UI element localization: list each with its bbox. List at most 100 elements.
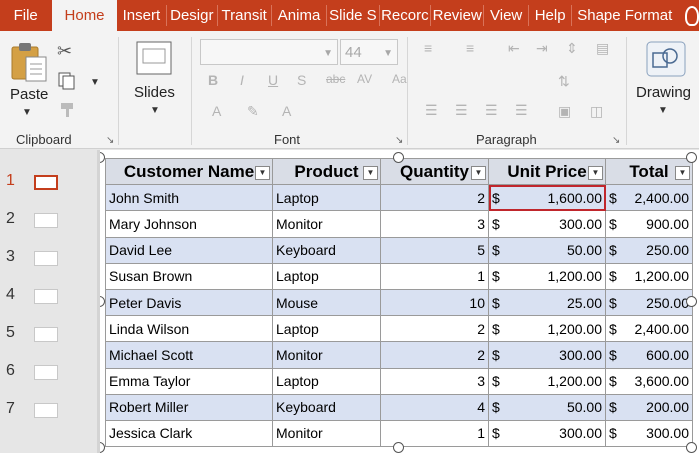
table-cell[interactable]: $2,400.00 <box>605 315 693 343</box>
resize-handle[interactable] <box>686 442 697 453</box>
filter-dropdown-icon[interactable]: ▼ <box>363 166 378 180</box>
tab-shape-format[interactable]: Shape Format <box>572 0 677 31</box>
slide-thumbnail[interactable] <box>34 251 58 266</box>
filter-dropdown-icon[interactable]: ▼ <box>588 166 603 180</box>
decrease-indent-icon[interactable]: ⇤ <box>508 40 520 57</box>
bullets-icon[interactable]: ≡ <box>424 40 432 56</box>
format-painter-icon[interactable] <box>59 101 77 119</box>
filter-dropdown-icon[interactable]: ▼ <box>471 166 486 180</box>
table-cell[interactable]: $50.00 <box>488 393 606 421</box>
columns-icon[interactable]: ▤ <box>596 40 609 57</box>
table-cell[interactable]: $300.00 <box>488 341 606 369</box>
slide-thumbnail[interactable] <box>34 213 58 228</box>
resize-handle[interactable] <box>393 442 404 453</box>
tab-home[interactable]: Home <box>51 0 117 31</box>
resize-handle[interactable] <box>686 296 697 307</box>
table-cell[interactable]: 3 <box>380 367 489 395</box>
tab-file[interactable]: File <box>0 0 51 31</box>
table-cell[interactable]: $1,200.00 <box>488 315 606 343</box>
tab-insert[interactable]: Insert <box>117 0 166 31</box>
tab-record[interactable]: Recorc <box>380 0 430 31</box>
tab-animations[interactable]: Anima <box>272 0 326 31</box>
cut-icon[interactable]: ✂ <box>57 41 72 62</box>
table-cell[interactable]: $25.00 <box>488 288 606 317</box>
tab-help[interactable]: Help <box>529 0 572 31</box>
align-right-icon[interactable]: ☰ <box>485 102 498 119</box>
table-cell[interactable]: $1,200.00 <box>488 262 606 290</box>
table-cell[interactable]: 1 <box>380 262 489 290</box>
table-cell[interactable]: Peter Davis <box>105 288 273 317</box>
character-spacing-icon[interactable]: AV <box>357 72 372 86</box>
table-cell[interactable]: $1,200.00 <box>488 367 606 395</box>
drawing-button[interactable]: Drawing ▼ <box>634 41 698 121</box>
table-cell[interactable]: $50.00 <box>488 236 606 264</box>
table-cell[interactable]: 3 <box>380 210 489 238</box>
numbering-icon[interactable]: ≡ <box>466 40 474 56</box>
table-cell[interactable]: Susan Brown <box>105 262 273 290</box>
table-cell[interactable]: 4 <box>380 393 489 421</box>
table-cell[interactable]: $300.00 <box>605 419 693 448</box>
table-cell[interactable]: Emma Taylor <box>105 367 273 395</box>
table-cell[interactable]: Mouse <box>272 288 381 317</box>
table-cell[interactable]: Monitor <box>272 341 381 369</box>
slide-canvas[interactable]: Customer Name ▼ Product ▼ Quantity ▼ Unit Pric… <box>100 150 699 453</box>
table-cell[interactable]: 2 <box>380 315 489 343</box>
font-name-box[interactable]: ▼ <box>200 39 338 65</box>
tab-slide-show[interactable]: Slide S <box>327 0 378 31</box>
table-cell[interactable]: Jessica Clark <box>105 419 273 448</box>
slide-thumbnail[interactable] <box>34 365 58 380</box>
table-cell[interactable]: Monitor <box>272 210 381 238</box>
highlight-icon[interactable]: ✎ <box>247 103 259 120</box>
table-cell[interactable]: Laptop <box>272 262 381 290</box>
align-center-icon[interactable]: ☰ <box>455 102 468 119</box>
filter-dropdown-icon[interactable]: ▼ <box>255 166 270 180</box>
change-case-icon[interactable]: Aa <box>392 72 407 86</box>
slide-thumbnail[interactable] <box>34 403 58 418</box>
table-cell[interactable]: $300.00 <box>488 210 606 238</box>
table-cell[interactable]: $250.00 <box>605 236 693 264</box>
shadow-icon[interactable]: S <box>297 72 306 88</box>
slide-thumbnail[interactable] <box>34 289 58 304</box>
clipboard-launcher-icon[interactable]: ↘ <box>106 135 114 146</box>
slide-thumbnail[interactable] <box>34 327 58 342</box>
tab-view[interactable]: View <box>484 0 528 31</box>
table-cell[interactable]: $200.00 <box>605 393 693 421</box>
table-cell[interactable]: Mary Johnson <box>105 210 273 238</box>
table-cell[interactable]: $300.00 <box>488 419 606 448</box>
convert-smartart-icon[interactable]: ◫ <box>590 103 603 120</box>
table-cell[interactable]: Laptop <box>272 184 381 212</box>
table-cell[interactable]: $600.00 <box>605 341 693 369</box>
text-effects-icon[interactable]: A <box>282 103 291 119</box>
table-cell[interactable]: David Lee <box>105 236 273 264</box>
resize-handle[interactable] <box>393 152 404 163</box>
table-cell[interactable]: $1,600.00 <box>488 184 606 212</box>
font-color-icon[interactable]: A <box>212 103 221 119</box>
bold-icon[interactable]: B <box>208 72 218 88</box>
table-cell[interactable]: $3,600.00 <box>605 367 693 395</box>
underline-icon[interactable]: U <box>268 72 278 88</box>
strikethrough-icon[interactable]: abc <box>326 72 345 86</box>
table-cell[interactable]: 2 <box>380 341 489 369</box>
data-table[interactable]: Customer Name ▼ Product ▼ Quantity ▼ Unit Pric… <box>105 157 693 448</box>
text-direction-icon[interactable]: ⇅ <box>558 73 570 90</box>
font-size-box[interactable]: 44 ▼ <box>340 39 398 65</box>
align-left-icon[interactable]: ☰ <box>425 102 438 119</box>
table-cell[interactable]: Laptop <box>272 315 381 343</box>
table-cell[interactable]: Laptop <box>272 367 381 395</box>
resize-handle[interactable] <box>686 152 697 163</box>
font-launcher-icon[interactable]: ↘ <box>395 135 403 146</box>
table-cell[interactable]: 10 <box>380 288 489 317</box>
copy-dropdown-icon[interactable]: ▼ <box>90 77 100 88</box>
table-cell[interactable]: John Smith <box>105 184 273 212</box>
table-cell[interactable]: Michael Scott <box>105 341 273 369</box>
align-text-icon[interactable]: ▣ <box>558 103 571 120</box>
slides-button[interactable]: Slides ▼ <box>126 41 182 121</box>
table-cell[interactable]: $2,400.00 <box>605 184 693 212</box>
table-cell[interactable]: Linda Wilson <box>105 315 273 343</box>
tab-transitions[interactable]: Transit <box>217 0 270 31</box>
tab-review[interactable]: Review <box>431 0 483 31</box>
justify-icon[interactable]: ☰ <box>515 102 528 119</box>
paste-button[interactable]: Paste ▼ <box>6 41 52 121</box>
column-header[interactable]: Product ▼ <box>272 157 381 186</box>
table-cell[interactable]: 5 <box>380 236 489 264</box>
